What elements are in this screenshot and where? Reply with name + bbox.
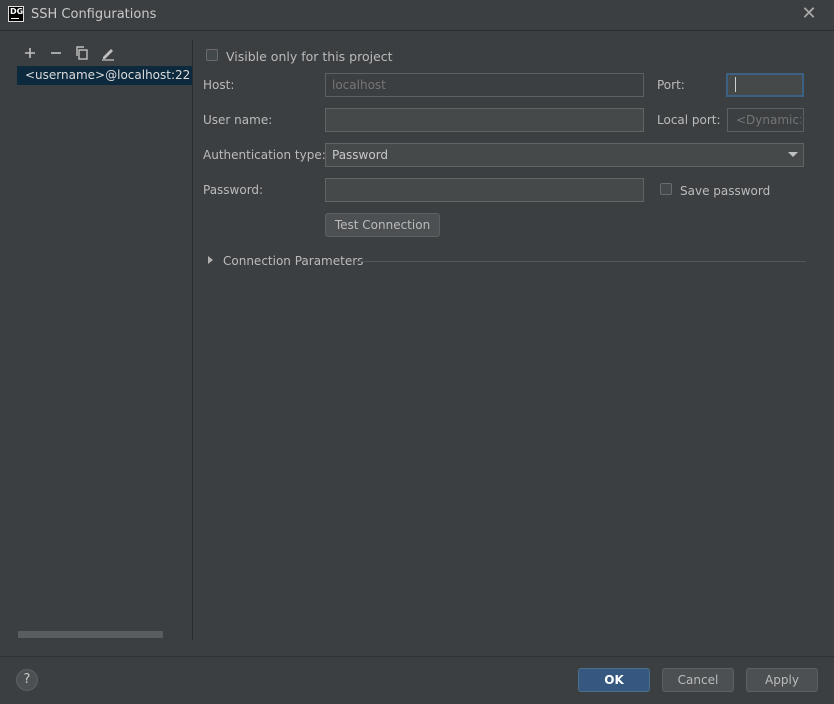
auth-type-value: Password xyxy=(332,148,389,162)
chevron-down-icon[interactable] xyxy=(788,152,798,157)
username-input[interactable] xyxy=(325,108,644,132)
title-bar: DG SSH Configurations ✕ xyxy=(0,0,834,31)
config-list-panel: <username>@localhost:22pas xyxy=(0,31,192,640)
expand-arrow-icon[interactable] xyxy=(208,256,213,264)
copy-icon[interactable] xyxy=(73,44,91,62)
connection-parameters-toggle[interactable]: Connection Parameters xyxy=(223,254,363,268)
apply-button[interactable]: Apply xyxy=(746,668,818,692)
cancel-button[interactable]: Cancel xyxy=(662,668,734,692)
auth-type-label: Authentication type: xyxy=(203,148,326,162)
save-password-checkbox[interactable] xyxy=(660,183,672,195)
host-label: Host: xyxy=(203,78,235,92)
port-label: Port: xyxy=(657,78,685,92)
username-label: User name: xyxy=(203,113,273,127)
footer-divider xyxy=(0,656,834,657)
local-port-input[interactable] xyxy=(727,108,804,132)
add-icon[interactable] xyxy=(21,44,39,62)
visible-only-checkbox[interactable] xyxy=(206,49,218,61)
text-caret xyxy=(735,77,736,92)
test-connection-button[interactable]: Test Connection xyxy=(325,213,440,237)
password-label: Password: xyxy=(203,183,264,197)
ok-button[interactable]: OK xyxy=(578,668,650,692)
remove-icon[interactable] xyxy=(47,44,65,62)
password-input[interactable] xyxy=(325,178,644,202)
close-icon[interactable]: ✕ xyxy=(800,4,818,24)
help-button[interactable]: ? xyxy=(16,669,38,691)
auth-type-select[interactable]: Password xyxy=(325,143,804,167)
save-password-label: Save password xyxy=(680,184,771,198)
window-title: SSH Configurations xyxy=(31,7,157,22)
panel-divider[interactable] xyxy=(192,40,193,640)
port-input[interactable] xyxy=(726,73,804,97)
edit-icon[interactable] xyxy=(99,44,117,62)
section-divider xyxy=(356,261,806,262)
app-logo-icon: DG xyxy=(8,6,24,22)
host-input[interactable] xyxy=(325,73,644,97)
local-port-label: Local port: xyxy=(657,113,721,127)
list-item-config[interactable]: <username>@localhost:22pas xyxy=(17,66,192,85)
visible-only-label: Visible only for this project xyxy=(226,49,393,64)
config-label: <username>@localhost:22 xyxy=(25,68,191,82)
list-horizontal-scrollbar[interactable] xyxy=(18,631,163,638)
app-logo-text: DG xyxy=(10,7,24,16)
